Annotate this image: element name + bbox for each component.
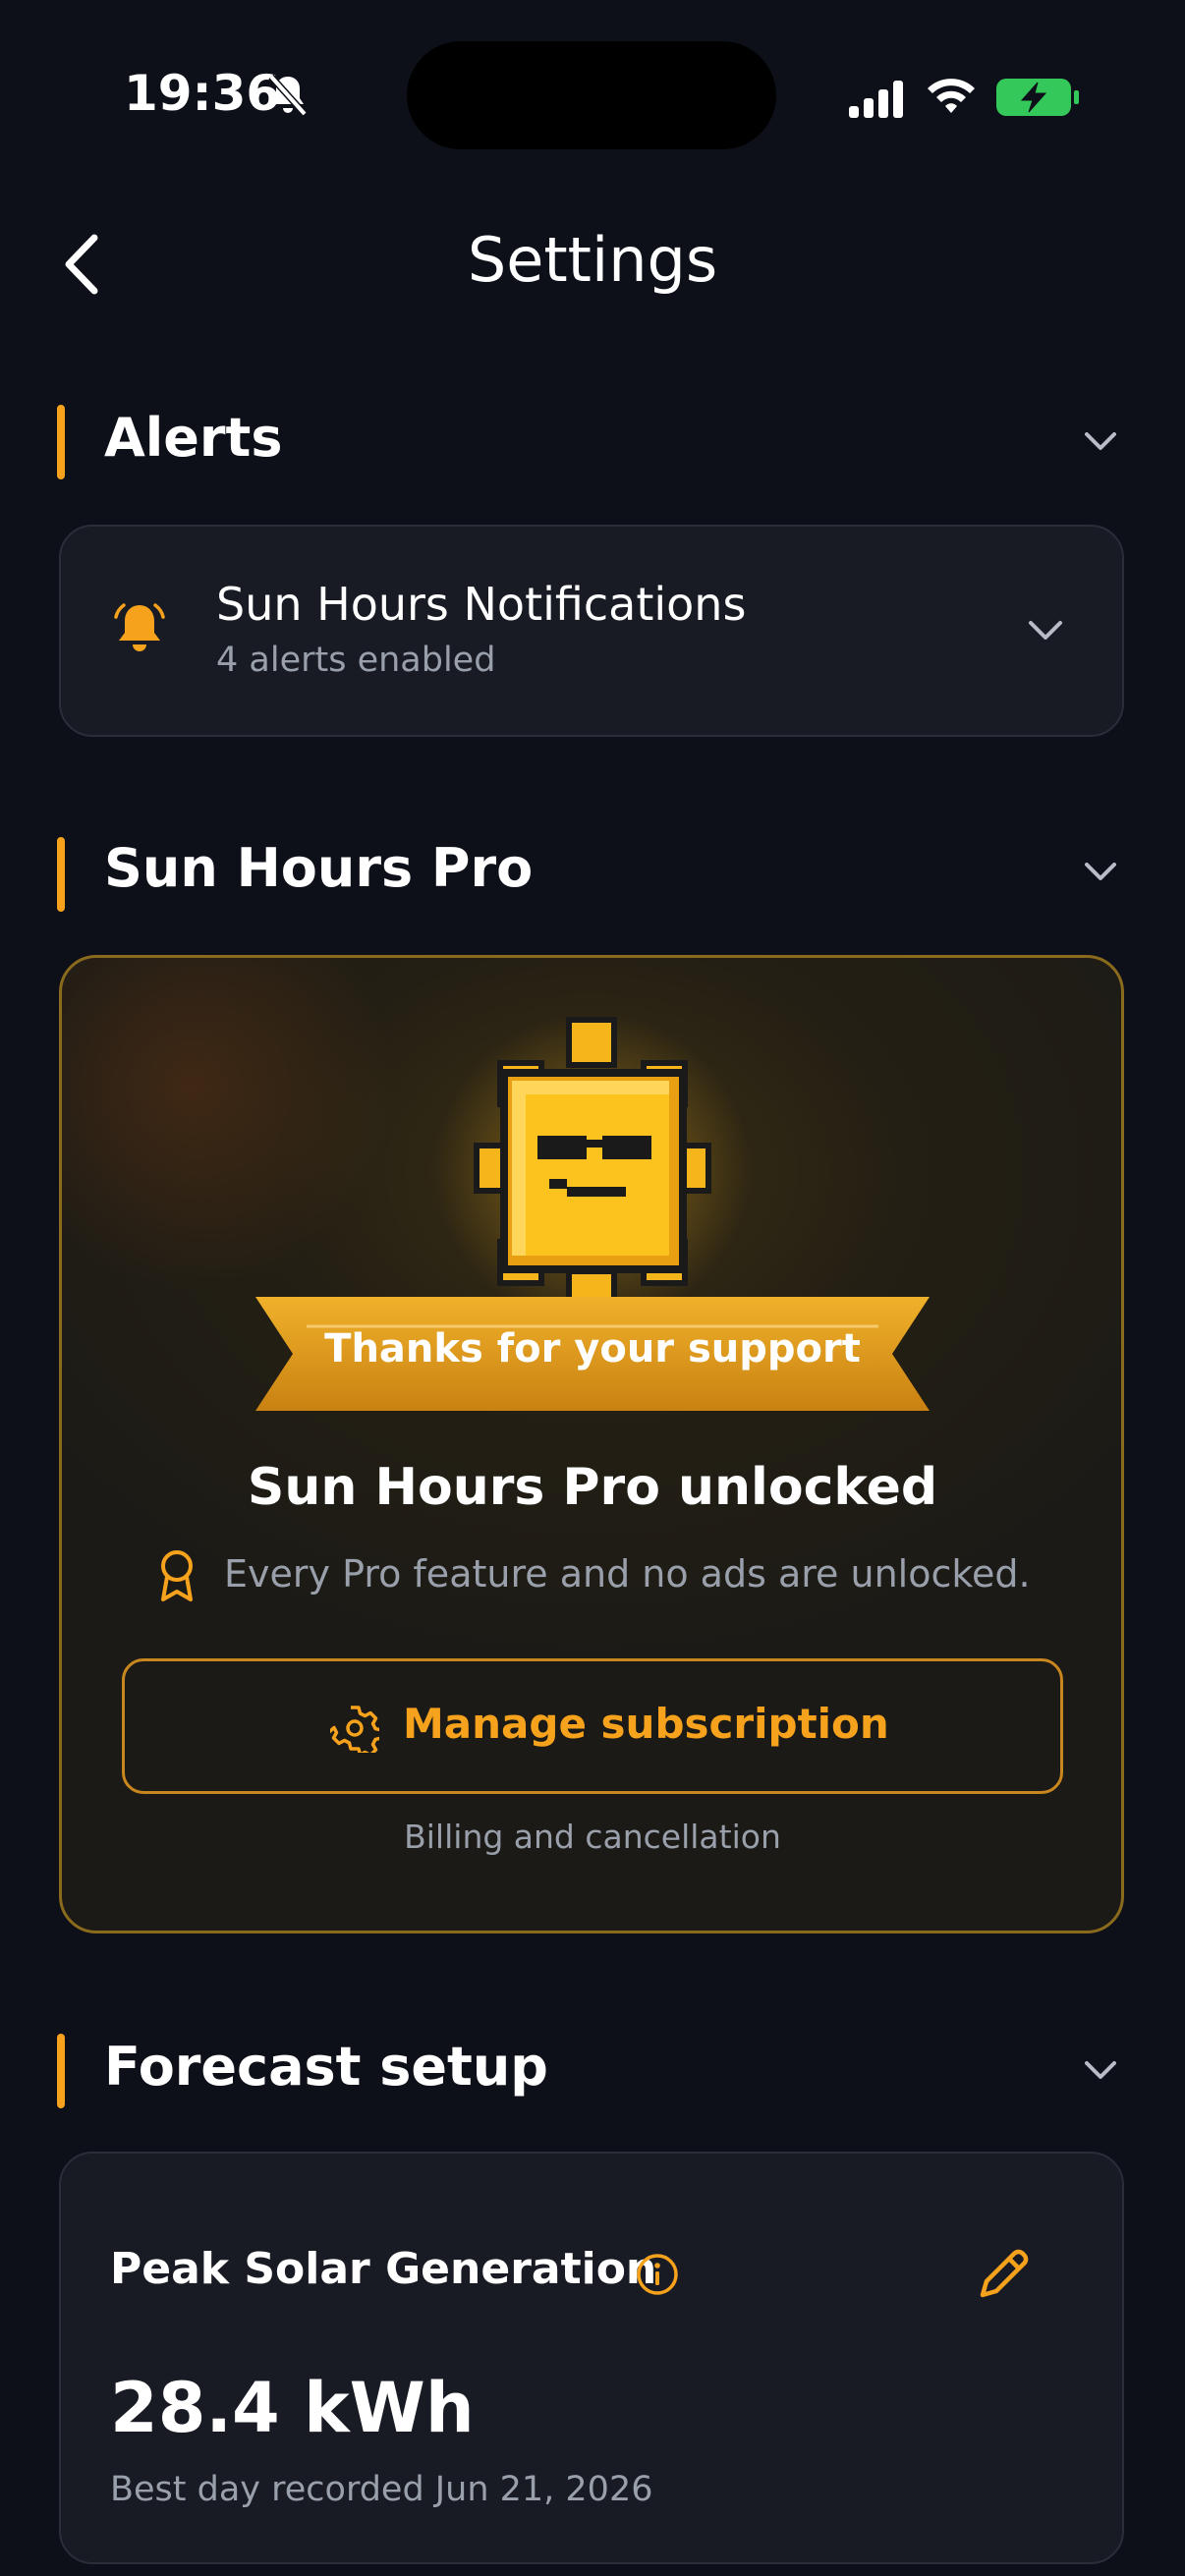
sun-mascot-icon <box>435 1012 750 1311</box>
bell-icon <box>114 603 165 651</box>
dynamic-island <box>407 41 776 149</box>
peak-generation-value: 28.4 kWh <box>110 2368 475 2448</box>
pro-description: Every Pro feature and no ads are unlocke… <box>224 1552 1031 1596</box>
pro-collapse-chevron-icon[interactable] <box>1081 851 1120 890</box>
notifications-title: Sun Hours Notifications <box>216 578 747 631</box>
edit-pencil-icon[interactable] <box>973 2244 1034 2305</box>
page-title: Settings <box>467 224 718 296</box>
cellular-signal-icon <box>849 81 903 118</box>
wifi-icon <box>928 79 975 113</box>
section-accent-bar <box>57 837 65 912</box>
forecast-collapse-chevron-icon[interactable] <box>1081 2049 1120 2089</box>
status-time: 19:36 <box>124 65 281 122</box>
gear-icon <box>330 1706 379 1753</box>
award-icon <box>161 1550 193 1601</box>
info-icon[interactable] <box>635 2252 680 2297</box>
notifications-card[interactable] <box>59 525 1124 737</box>
peak-generation-title: Peak Solar Generation <box>110 2244 657 2294</box>
bell-slash-icon <box>268 74 308 117</box>
alerts-collapse-chevron-icon[interactable] <box>1081 420 1120 460</box>
pro-unlocked-title: Sun Hours Pro unlocked <box>247 1458 938 1517</box>
manage-subscription-label: Manage subscription <box>403 1700 889 1748</box>
thanks-ribbon-text: Thanks for your support <box>324 1326 861 1372</box>
notifications-expand-chevron-icon[interactable] <box>1026 611 1065 650</box>
notifications-subtitle: 4 alerts enabled <box>216 641 496 680</box>
section-title-forecast: Forecast setup <box>104 2036 548 2098</box>
billing-note: Billing and cancellation <box>404 1818 781 1856</box>
section-accent-bar <box>57 2034 65 2108</box>
section-title-alerts: Alerts <box>104 407 283 469</box>
section-title-pro: Sun Hours Pro <box>104 837 534 899</box>
battery-charging-icon <box>996 79 1079 116</box>
peak-generation-subtitle: Best day recorded Jun 21, 2026 <box>110 2470 653 2509</box>
section-accent-bar <box>57 405 65 479</box>
